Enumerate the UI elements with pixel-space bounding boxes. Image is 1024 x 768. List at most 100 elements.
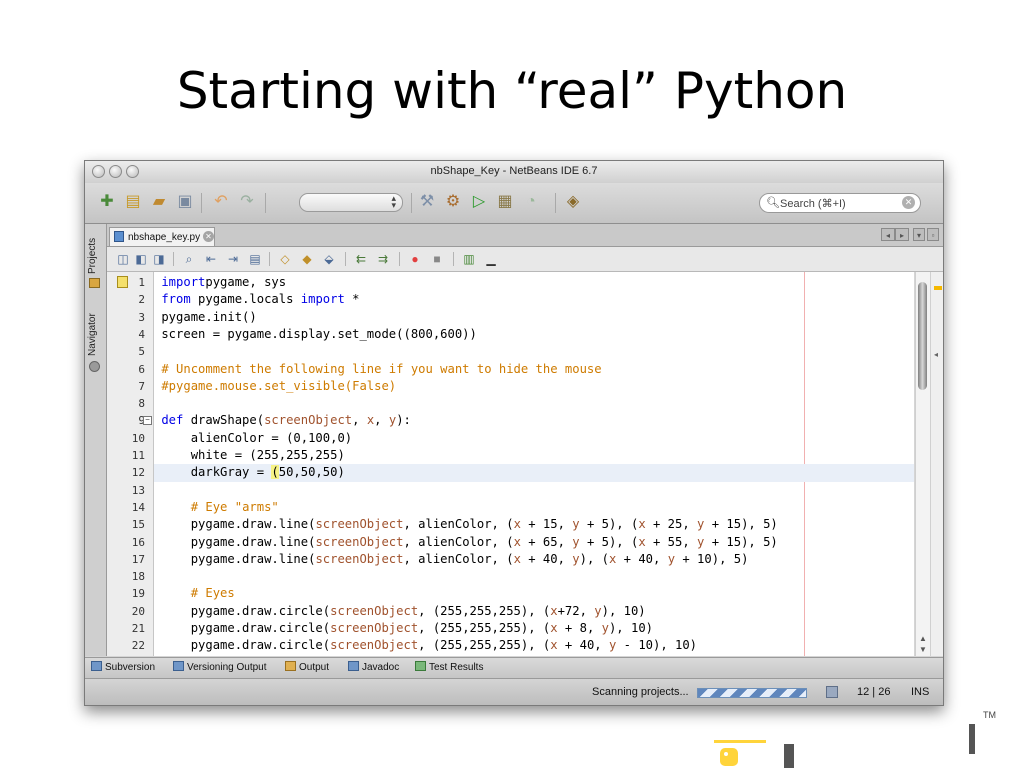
code-token: screenObject [330,603,419,618]
code-area[interactable]: importpygame, sys from pygame.locals imp… [154,272,914,656]
hint-bulb-icon[interactable] [117,276,128,288]
find-next-icon[interactable]: ⇥ [225,251,241,267]
code-line[interactable]: pygame.draw.circle(screenObject, (255,25… [154,620,914,637]
code-token: ), 10) [601,603,646,618]
previous-bookmark-icon[interactable]: ◇ [277,251,293,267]
line-number: 7 [138,379,145,393]
code-line[interactable]: pygame.draw.line(screenObject, alienColo… [154,534,914,551]
code-line[interactable]: screen = pygame.display.set_mode((800,60… [154,326,914,343]
run-icon[interactable]: ▷ [469,192,489,212]
code-line[interactable]: pygame.draw.circle(screenObject, (255,25… [154,637,914,654]
line-number: 21 [131,622,145,635]
start-macro-recording-icon[interactable]: ● [407,251,423,267]
code-line[interactable]: pygame.draw.circle(screenObject, (255,25… [154,603,914,620]
code-token: + 5), ( [579,534,639,549]
output-tab[interactable]: Output [285,661,329,673]
editor-vertical-scrollbar[interactable]: ▲ ▼ [915,272,930,656]
code-line[interactable] [154,568,914,585]
scroll-up-icon[interactable]: ▲ [919,634,927,643]
profile-icon[interactable]: ◔ [521,192,541,212]
code-line[interactable]: white = (255,255,255) [154,447,914,464]
forward-icon[interactable]: ◨ [151,251,167,267]
code-line[interactable]: darkGray = (50,50,50) [154,464,914,482]
code-line[interactable]: # Uncomment the following line if you wa… [154,361,914,378]
code-line[interactable]: pygame.draw.line(screenObject, alienColo… [154,516,914,533]
code-line[interactable]: alienColor = (0,100,0) [154,430,914,447]
file-tab-nbshape-key[interactable]: nbshape_key.py ✕ [109,227,215,246]
code-line[interactable]: # Eye "arms" [154,499,914,516]
navigator-icon [89,361,100,372]
code-token: screenObject [330,621,419,635]
uncomment-icon[interactable]: ▁ [483,251,499,267]
code-line[interactable] [154,395,914,412]
code-line[interactable]: # Eyes [154,585,914,602]
search-placeholder: Search (⌘+I) [780,198,846,210]
build-icon[interactable]: ⚙ [443,192,463,212]
main-toolbar: ✚ ▤ ▰ ▣ ↶ ↷ ▴ ▾ ⚒ ⚙ ▷ ▦ ◔ ◈ 🔍︎ Search (⌘+… [85,183,943,224]
last-edit-icon[interactable]: ◫ [115,251,131,267]
code-line[interactable]: pygame.draw.line(screenObject, alienColo… [154,551,914,568]
code-line[interactable]: def drawShape(screenObject, x, y): [154,412,914,429]
scroll-tabs-right-icon[interactable]: ▸ [895,228,909,241]
code-line[interactable]: #pygame.mouse.set_visible(False) [154,378,914,395]
next-bookmark-icon[interactable]: ◆ [299,251,315,267]
configuration-select[interactable]: ▴ ▾ [299,193,403,212]
toggle-bookmark-icon[interactable]: ⬙ [321,251,337,267]
show-opened-documents-icon[interactable]: ▾ [913,228,925,241]
code-token: , alienColor, ( [403,517,514,532]
clear-search-icon[interactable]: ✕ [902,196,915,209]
search-field[interactable]: 🔍︎ Search (⌘+I) ✕ [759,193,921,213]
code-token: - 10), 10) [616,638,698,653]
code-token: pygame.init() [161,309,257,324]
code-token: * [344,292,360,307]
new-file-icon[interactable]: ▤ [123,192,143,212]
new-project-icon[interactable]: ✚ [97,192,117,212]
code-token: + 25, [645,517,698,532]
maximize-window-icon[interactable]: ▫ [927,228,939,241]
back-icon[interactable]: ◧ [133,251,149,267]
toggle-highlight-icon[interactable]: ▤ [247,251,263,267]
code-token: y [572,517,580,532]
save-all-icon[interactable]: ▣ [175,192,195,212]
code-line[interactable]: pygame.init() [154,309,914,326]
scroll-down-icon[interactable]: ▼ [919,645,927,654]
notifications-icon[interactable] [826,686,838,698]
code-token: x [513,534,521,549]
code-token: screenObject [315,551,404,566]
code-line[interactable]: importpygame, sys [154,274,914,291]
redo-icon[interactable]: ↷ [237,192,257,212]
code-token: x [513,551,521,566]
find-selection-icon[interactable]: ⌕ [181,251,197,267]
projects-side-tab[interactable]: Projects [87,238,98,274]
javadoc-tab[interactable]: Javadoc [348,661,399,673]
debug-icon[interactable]: ▦ [495,192,515,212]
error-stripe-marker[interactable] [934,286,942,290]
code-token: screenObject [315,517,404,532]
comment-icon[interactable]: ▥ [461,251,477,267]
subversion-tab[interactable]: Subversion [91,661,155,673]
code-token: +72, [557,603,595,618]
clean-build-icon[interactable]: ⚒ [417,192,437,212]
code-token: import [300,292,345,307]
code-token: y [601,621,609,635]
line-number: 13 [131,483,145,497]
code-line[interactable] [154,482,914,499]
navigator-side-tab[interactable]: Navigator [87,313,98,356]
stop-macro-recording-icon[interactable]: ■ [429,251,445,267]
scroll-tabs-left-icon[interactable]: ◂ [881,228,895,241]
find-previous-icon[interactable]: ⇤ [203,251,219,267]
shift-right-icon[interactable]: ⇉ [375,251,391,267]
undo-icon[interactable]: ↶ [211,192,231,212]
search-icon: 🔍︎ [766,197,780,209]
shift-left-icon[interactable]: ⇇ [353,251,369,267]
open-project-icon[interactable]: ▰ [149,192,169,212]
apply-code-changes-icon[interactable]: ◈ [563,192,583,212]
close-tab-icon[interactable]: ✕ [203,231,214,242]
code-token: y [572,534,580,549]
fold-toggle-icon[interactable]: − [143,416,152,426]
code-line[interactable]: from pygame.locals import * [154,291,914,308]
scrollbar-thumb[interactable] [918,282,927,390]
test-results-tab[interactable]: Test Results [415,661,483,673]
versioning-output-tab[interactable]: Versioning Output [173,661,267,673]
code-line[interactable] [154,343,914,360]
